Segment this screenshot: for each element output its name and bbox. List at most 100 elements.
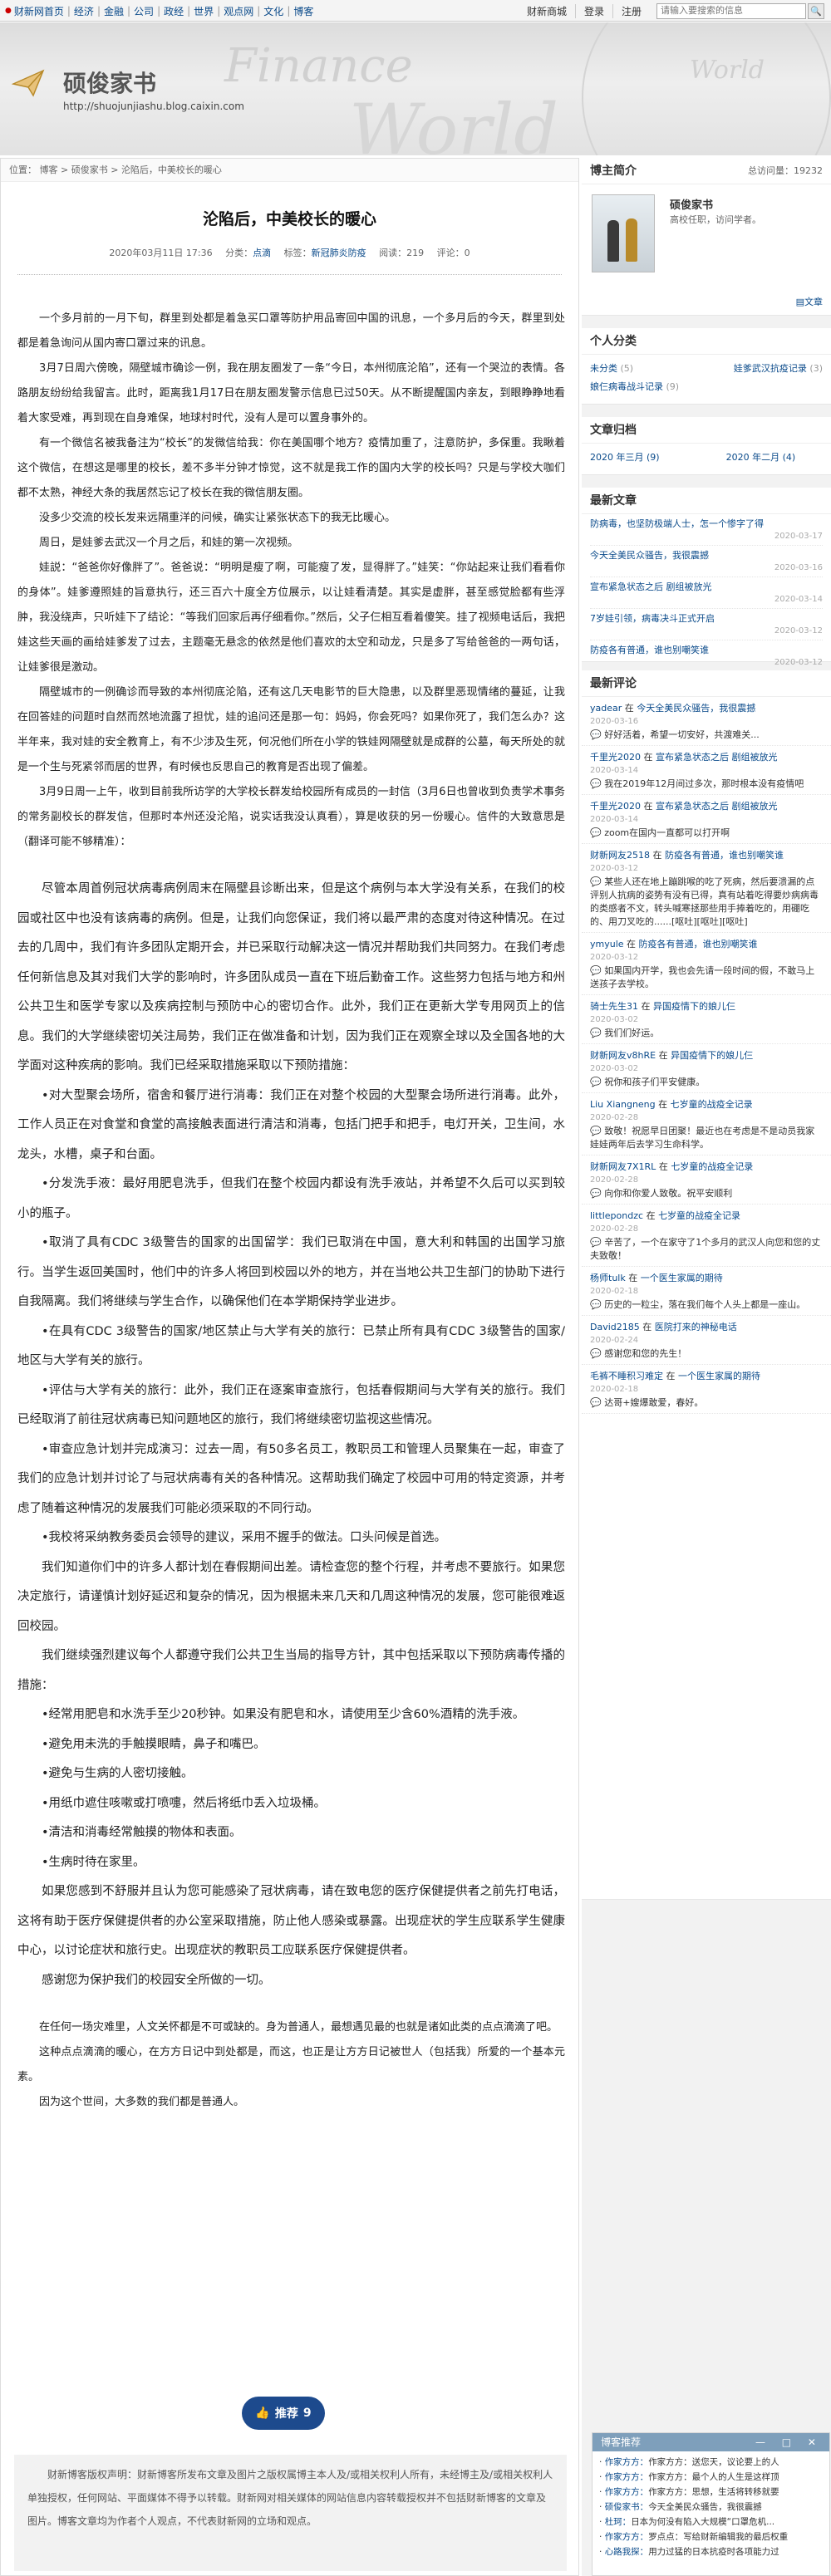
comment-author[interactable]: ymyule — [590, 939, 624, 949]
comment-item[interactable]: Liu Xiangneng 在 七岁童的战疫全记录 2020-02-28 💬 致敬！… — [582, 1093, 831, 1156]
widget-item[interactable]: · 心路我探：用力过猛的日本抗疫时各项能力过 — [599, 2544, 823, 2559]
comment-item[interactable]: 杨师tulk 在 一个医生家属的期待 2020-02-18 💬 历史的一粒尘，落在我… — [582, 1267, 831, 1316]
archive-item[interactable]: 2020 年二月 (4) — [726, 449, 796, 467]
comment-author[interactable]: yadear — [590, 703, 622, 714]
category-item[interactable]: 娘仨病毒战斗记录 (9) — [590, 378, 679, 396]
tag-link[interactable]: 新冠肺炎防疫 — [312, 248, 366, 258]
latest-article-item[interactable]: 7岁娃引领，病毒决斗正式开启 2020-03-12 — [582, 609, 831, 640]
nav-link-culture[interactable]: 文化 — [263, 4, 283, 18]
comment-article[interactable]: 一个医生家属的期待 — [678, 1371, 760, 1381]
breadcrumb-item-blog[interactable]: 博客 — [40, 164, 58, 175]
read-count: 219 — [406, 248, 425, 258]
comment-item[interactable]: 财新网友v8hRE 在 异国疫情下的娘儿仨 2020-03-02 💬 祝你和孩子们平… — [582, 1044, 831, 1093]
comment-article[interactable]: 七岁童的战疫全记录 — [671, 1161, 753, 1172]
comment-item[interactable]: 财新网友7X1RL 在 七岁童的战疫全记录 2020-02-28 💬 向你和你爱人致… — [582, 1156, 831, 1205]
top-nav-right: 财新商城 登录 注册 🔍 — [519, 0, 824, 22]
comment-author[interactable]: littlepondzc — [590, 1210, 643, 1221]
author-articles-link[interactable]: ▤文章 — [796, 295, 823, 308]
comment-item[interactable]: 骑士先生31 在 异国疫情下的娘儿仨 2020-03-02 💬 我们们好运。 — [582, 995, 831, 1044]
comment-author[interactable]: David2185 — [590, 1322, 640, 1332]
article-paragraph: 有一个微信名被我备注为“校长”的发微信给我：你在美国哪个地方？疫情加重了，注意防… — [17, 437, 565, 499]
comment-article[interactable]: 医院打来的神秘电话 — [655, 1322, 737, 1332]
category-item[interactable]: 娃爹武汉抗疫记录 (3) — [734, 360, 823, 378]
latest-article-item[interactable]: 防疫各有普通，谁也别嘲笑谁 2020-03-12 — [582, 640, 831, 672]
comment-item[interactable]: 财新网友2518 在 防疫各有普通，谁也别嘲笑谁 2020-03-12 💬 某些人还… — [582, 844, 831, 933]
nav-divider: | — [217, 5, 221, 17]
author-avatar[interactable] — [592, 194, 655, 272]
login-link[interactable]: 登录 — [574, 3, 612, 18]
banner-watermark: World — [349, 89, 558, 155]
comment-text: zoom在国内一直都可以打开啊 — [604, 827, 730, 838]
latest-article-item[interactable]: 防病毒，也坚防极端人士，怎一个惨字了得 2020-03-17 — [582, 514, 831, 546]
comment-article[interactable]: 异国疫情下的娘儿仨 — [671, 1050, 753, 1061]
comment-author[interactable]: 千里光2020 — [590, 752, 641, 763]
widget-header: 博客推荐 — □ ✕ — [593, 2433, 829, 2451]
category-row: 未分类 (5) 娃爹武汉抗疫记录 (3) — [582, 355, 831, 378]
nav-link-world[interactable]: 世界 — [194, 4, 214, 18]
category-label: 分类： — [225, 248, 253, 258]
register-link[interactable]: 注册 — [612, 3, 650, 18]
search-button[interactable]: 🔍 — [808, 2, 824, 19]
comment-article[interactable]: 七岁童的战疫全记录 — [671, 1099, 753, 1110]
widget-item[interactable]: · 作家方方：罗点点：写给财新编辑我的最后权重 — [599, 2529, 823, 2544]
comment-author[interactable]: 财新网友v8hRE — [590, 1050, 656, 1061]
breadcrumb-separator: > — [61, 164, 71, 175]
comment-author[interactable]: Liu Xiangneng — [590, 1099, 656, 1110]
nav-link-economy[interactable]: 经济 — [74, 4, 94, 18]
nav-link-politics[interactable]: 政经 — [164, 4, 184, 18]
category-header: 个人分类 — [582, 328, 831, 355]
comment-author[interactable]: 骑士先生31 — [590, 1001, 638, 1012]
category-item[interactable]: 未分类 (5) — [590, 360, 633, 378]
comment-icon: 💬 — [590, 1028, 602, 1038]
comment-author[interactable]: 杨师tulk — [590, 1273, 626, 1283]
comment-item[interactable]: 千里光2020 在 宣布紧急状态之后 剧组被放光 2020-03-14 💬 zoom… — [582, 795, 831, 844]
nav-link-opinion[interactable]: 观点网 — [224, 4, 253, 18]
letter-paragraph: •避免与生病的人密切接触。 — [42, 1767, 194, 1780]
comment-article[interactable]: 防疫各有普通，谁也别嘲笑谁 — [639, 939, 758, 949]
nav-link-blog[interactable]: 博客 — [293, 4, 313, 18]
nav-link-home[interactable]: 财新网首页 — [14, 4, 64, 18]
widget-controls[interactable]: — □ ✕ — [755, 2433, 823, 2451]
comment-item[interactable]: ymyule 在 防疫各有普通，谁也别嘲笑谁 2020-03-12 💬 如果国内开学… — [582, 933, 831, 995]
latest-article-item[interactable]: 今天全美民众骚告，我很震撼 2020-03-16 — [582, 546, 831, 577]
widget-item[interactable]: · 杜珂：日本为何没有陷入大规模“口罩危机... — [599, 2515, 823, 2529]
comment-article[interactable]: 宣布紧急状态之后 剧组被放光 — [656, 801, 778, 812]
blog-title[interactable]: 硕俊家书 — [63, 66, 156, 99]
comment-author[interactable]: 财新网友7X1RL — [590, 1161, 656, 1172]
comment-item[interactable]: 千里光2020 在 宣布紧急状态之后 剧组被放光 2020-03-14 💬 我在20… — [582, 746, 831, 795]
widget-item[interactable]: · 作家方方：作家方方：送您天，议论要上的人 — [599, 2455, 823, 2470]
comment-article[interactable]: 异国疫情下的娘儿仨 — [653, 1001, 735, 1012]
nav-link-company[interactable]: 公司 — [134, 4, 154, 18]
letter-paragraph: •清洁和消毒经常触摸的物体和表面。 — [42, 1826, 242, 1839]
comment-item[interactable]: littlepondzc 在 七岁童的战疫全记录 2020-02-28 💬 辛苦了，… — [582, 1205, 831, 1267]
breadcrumb-item-author[interactable]: 硕俊家书 — [71, 164, 108, 175]
archive-item[interactable]: 2020 年三月 (9) — [590, 449, 660, 467]
comment-author[interactable]: 财新网友2518 — [590, 850, 650, 861]
latest-article-date: 2020-03-16 — [590, 562, 823, 577]
copyright-disclaimer: 财新博客版权声明：财新博客所发布文章及图片之版权属博主本人及/或相关权利人所有，… — [14, 2455, 567, 2571]
blog-url[interactable]: http://shuojunjiashu.blog.caixin.com — [63, 101, 244, 112]
nav-link-finance[interactable]: 金融 — [104, 4, 124, 18]
profile-header: 博主简介 总访问量：19232 — [582, 158, 831, 184]
comment-article[interactable]: 防疫各有普通，谁也别嘲笑谁 — [665, 850, 784, 861]
comment-on: 在 — [628, 1273, 638, 1283]
category-link[interactable]: 点滴 — [253, 248, 271, 258]
author-name[interactable]: 硕俊家书 — [670, 196, 713, 212]
comment-article[interactable]: 宣布紧急状态之后 剧组被放光 — [656, 752, 778, 763]
widget-item[interactable]: · 作家方方：作家方方：思想，生活将转移就要 — [599, 2485, 823, 2500]
comment-article[interactable]: 今天全美民众骚告，我很震撼 — [637, 703, 755, 714]
comment-article[interactable]: 七岁童的战疫全记录 — [658, 1210, 740, 1221]
comment-author[interactable]: 千里光2020 — [590, 801, 641, 812]
comment-item[interactable]: 毛裤不睡积习难定 在 一个医生家属的期待 2020-02-18 💬 达哥+嫂爆敢爱，… — [582, 1365, 831, 1414]
latest-article-item[interactable]: 宣布紧急状态之后 剧组被放光 2020-03-14 — [582, 577, 831, 609]
recommend-button[interactable]: 👍 推荐 9 — [242, 2397, 325, 2430]
widget-item[interactable]: · 硕俊家书：今天全美民众骚告，我很震撼 — [599, 2500, 823, 2515]
comment-article[interactable]: 一个医生家属的期待 — [641, 1273, 723, 1283]
widget-item-text: 日本为何没有陷入大规模“口罩危机... — [631, 2517, 775, 2527]
search-input[interactable] — [656, 2, 806, 19]
comment-item[interactable]: David2185 在 医院打来的神秘电话 2020-02-24 💬 感谢您和您的先… — [582, 1316, 831, 1365]
widget-item[interactable]: · 作家方方：作家方方：最个人的人生是这样顶 — [599, 2470, 823, 2485]
comment-item[interactable]: yadear 在 今天全美民众骚告，我很震撼 2020-03-16 💬 好好活着，希… — [582, 697, 831, 746]
comment-author[interactable]: 毛裤不睡积习难定 — [590, 1371, 663, 1381]
nav-link-store[interactable]: 财新商城 — [519, 4, 575, 18]
